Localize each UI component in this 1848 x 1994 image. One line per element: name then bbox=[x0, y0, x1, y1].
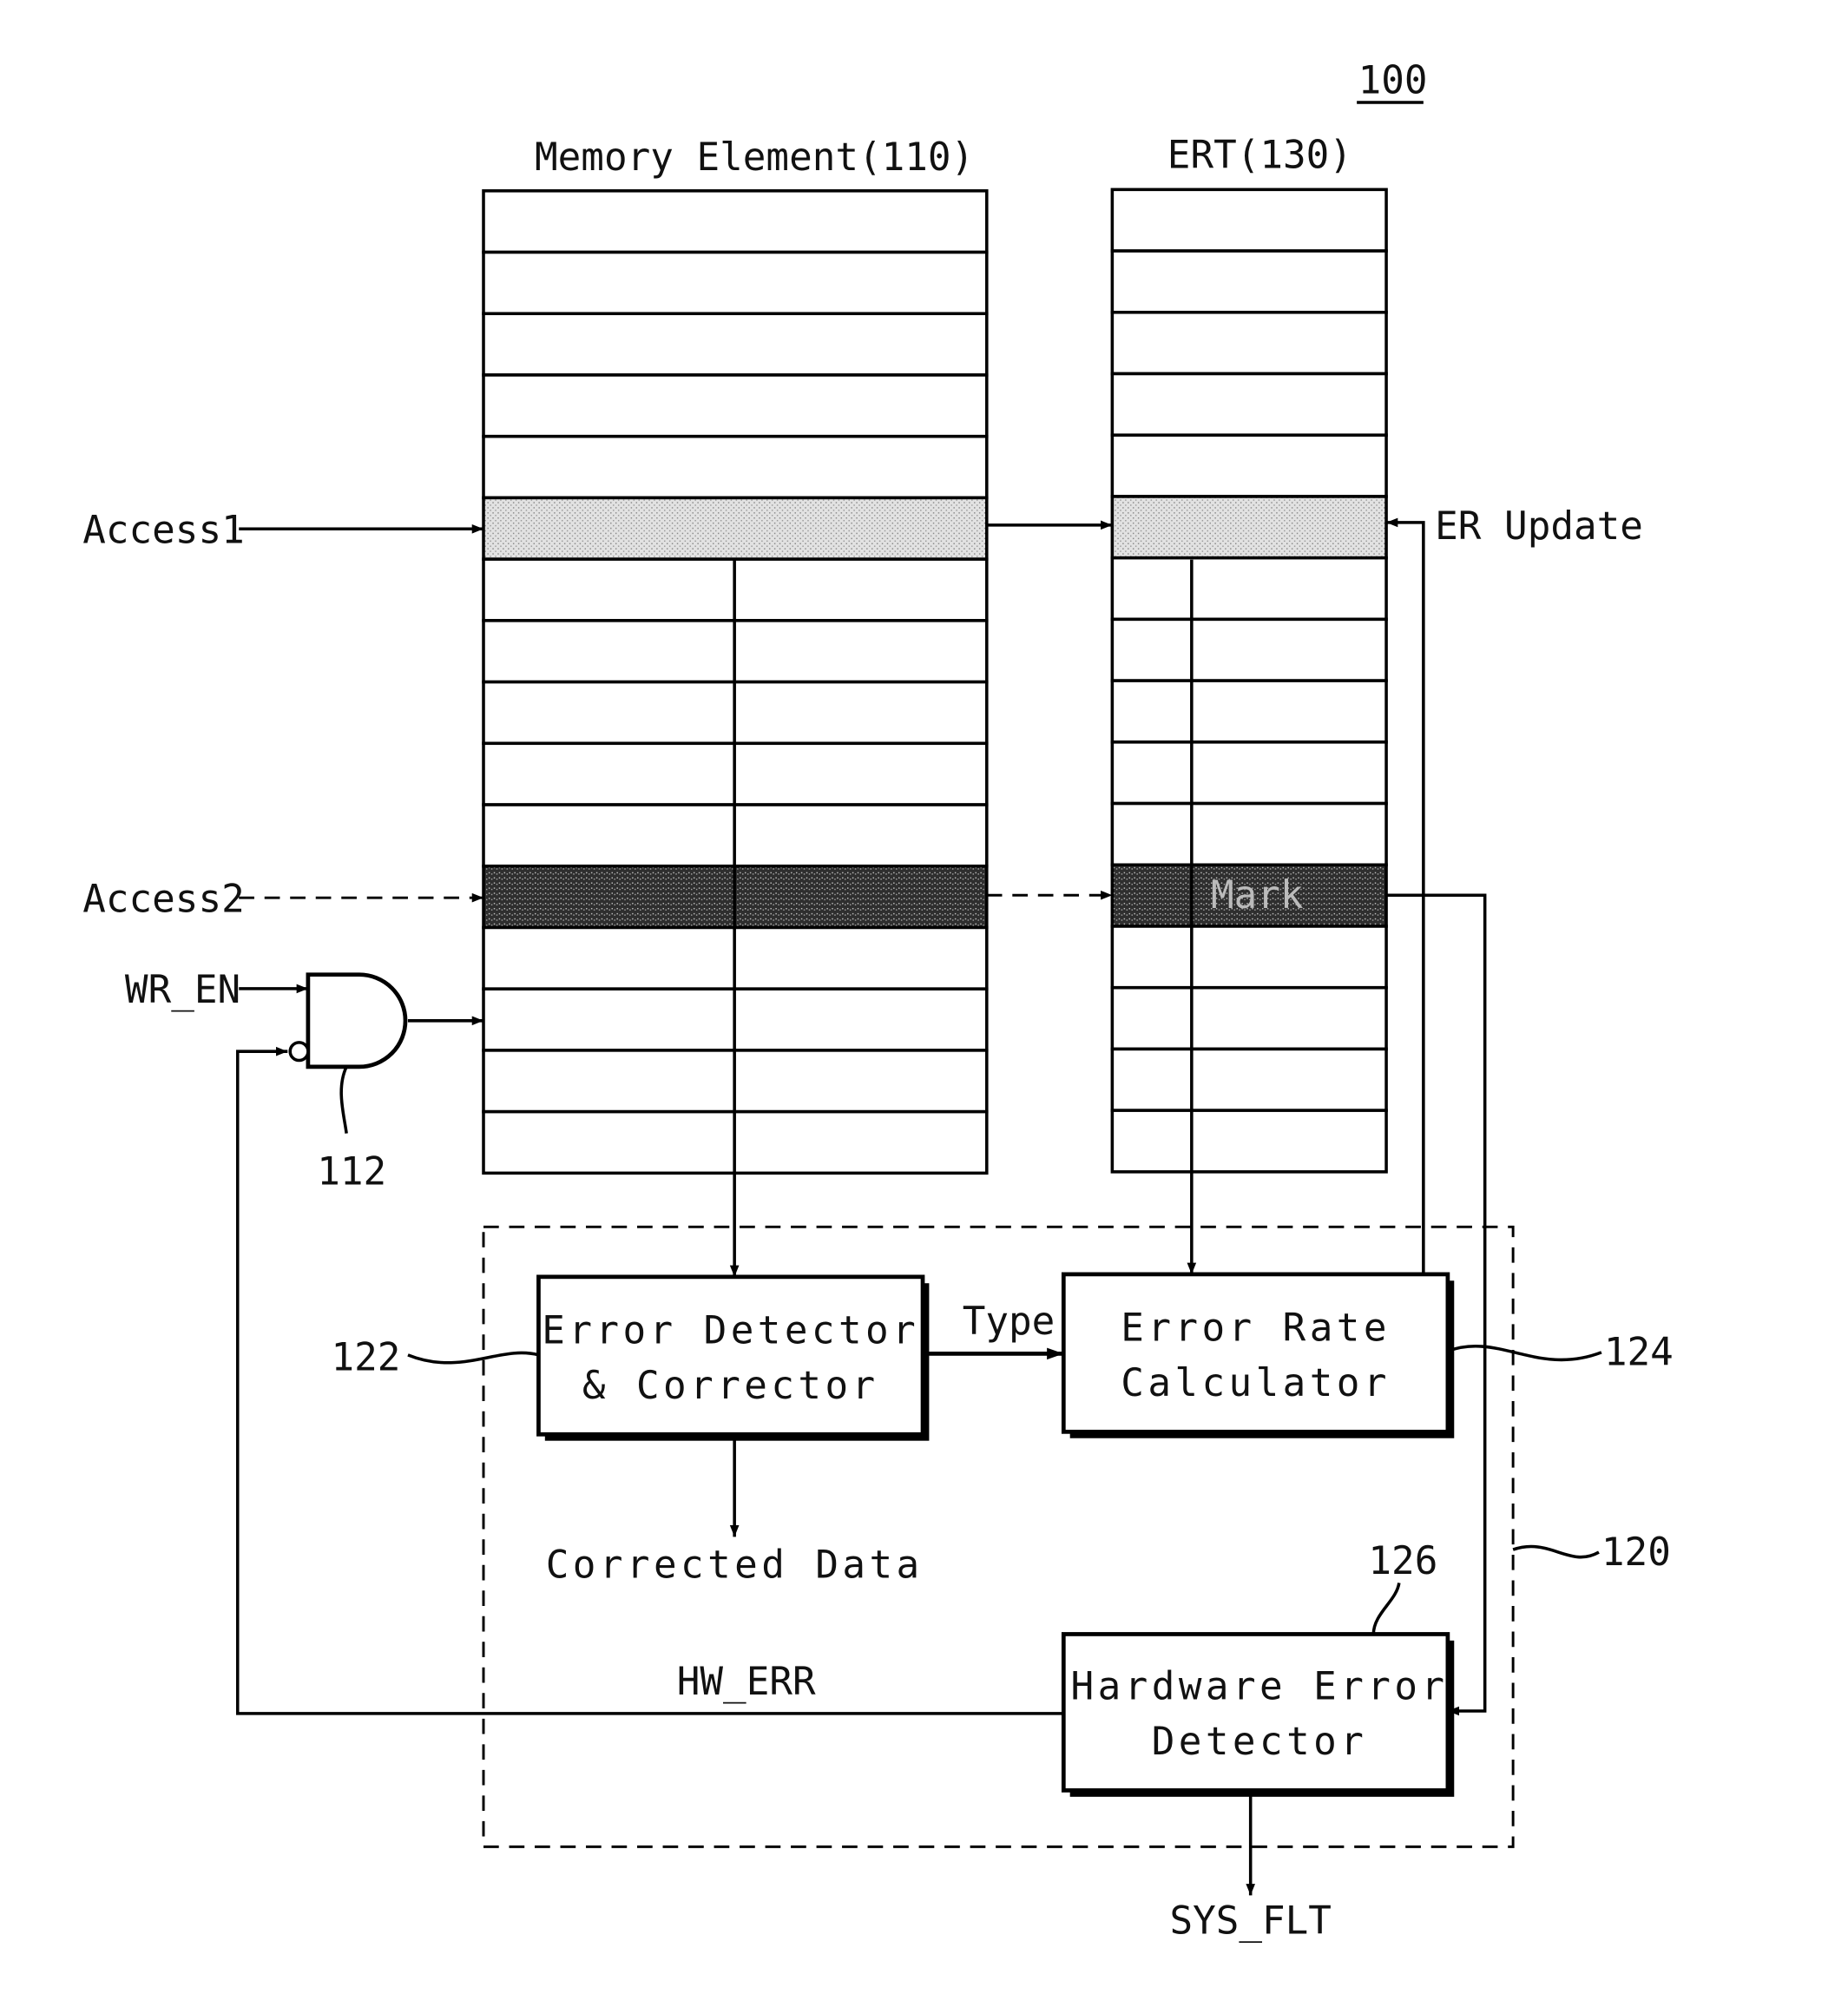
error-rate-calculator-leader-line bbox=[1447, 1344, 1602, 1362]
gate-reference: 112 bbox=[317, 1150, 386, 1194]
gate-leader-line bbox=[339, 1066, 348, 1134]
hw-err-label: HW_ERR bbox=[677, 1660, 816, 1704]
ert-mark-label: Mark bbox=[1211, 873, 1304, 918]
ert-title: ERT(130) bbox=[1167, 133, 1352, 177]
memory-element-row[interactable] bbox=[482, 189, 989, 254]
and-gate-icon bbox=[306, 972, 408, 1069]
hardware-error-detector-line1: Hardware Error bbox=[1071, 1665, 1449, 1709]
er-update-label: ER Update bbox=[1435, 504, 1643, 549]
ert-row[interactable] bbox=[1110, 617, 1388, 682]
ert-row[interactable] bbox=[1110, 679, 1388, 744]
inverter-bubble-icon bbox=[288, 1041, 310, 1063]
ert-row[interactable] bbox=[1110, 740, 1388, 806]
memory-element-row[interactable] bbox=[482, 250, 989, 316]
ert-row[interactable] bbox=[1110, 985, 1388, 1051]
ert-row[interactable] bbox=[1110, 801, 1388, 867]
error-detector-box[interactable] bbox=[536, 1274, 925, 1437]
ert-row[interactable] bbox=[1110, 188, 1388, 253]
controller-leader-line bbox=[1512, 1544, 1600, 1559]
ert-row[interactable] bbox=[1110, 925, 1388, 990]
hardware-error-detector-reference: 126 bbox=[1368, 1539, 1437, 1583]
memory-error-diagram: 100 Memory Element(110) ERT(130) Mark Ac… bbox=[82, 59, 1674, 1944]
hardware-error-detector-line2: Detector bbox=[1152, 1720, 1368, 1764]
error-rate-calculator-line2: Calculator bbox=[1121, 1361, 1391, 1405]
memory-element-row[interactable] bbox=[482, 312, 989, 377]
hardware-error-detector-box[interactable] bbox=[1061, 1632, 1450, 1793]
controller-reference: 120 bbox=[1601, 1530, 1671, 1575]
memory-element-row[interactable] bbox=[482, 373, 989, 438]
error-detector-leader-line bbox=[407, 1351, 539, 1365]
error-rate-calculator-box[interactable] bbox=[1061, 1272, 1450, 1434]
ert-row[interactable] bbox=[1110, 495, 1388, 560]
ert-row[interactable] bbox=[1110, 372, 1388, 437]
ert-row[interactable] bbox=[1110, 311, 1388, 376]
figure-reference: 100 bbox=[1358, 59, 1428, 103]
memory-element-row[interactable] bbox=[482, 434, 989, 500]
access2-label: Access2 bbox=[82, 877, 245, 921]
ert-table bbox=[1110, 188, 1388, 1174]
wr-en-label: WR_EN bbox=[125, 968, 240, 1012]
corrected-data-label: Corrected Data bbox=[546, 1543, 924, 1588]
ert-row[interactable] bbox=[1110, 556, 1388, 622]
ert-row[interactable] bbox=[1110, 249, 1388, 314]
hardware-error-detector-leader-line bbox=[1371, 1583, 1401, 1635]
error-detector-line1: Error Detector bbox=[542, 1309, 919, 1353]
memory-element-title: Memory Element(110) bbox=[535, 135, 974, 180]
type-label: Type bbox=[963, 1300, 1056, 1344]
er-update-arrow bbox=[1386, 517, 1425, 1274]
error-rate-calculator-line1: Error Rate bbox=[1121, 1306, 1391, 1351]
ert-row[interactable] bbox=[1110, 1109, 1388, 1174]
error-rate-calculator-reference: 124 bbox=[1604, 1331, 1674, 1375]
error-detector-line2: & Corrector bbox=[582, 1364, 879, 1408]
access1-label: Access1 bbox=[82, 509, 245, 553]
memory-element-row[interactable] bbox=[482, 496, 989, 561]
error-detector-reference: 122 bbox=[331, 1336, 400, 1380]
ert-row[interactable] bbox=[1110, 1047, 1388, 1112]
sys-flt-label: SYS_FLT bbox=[1169, 1899, 1332, 1944]
ert-row[interactable] bbox=[1110, 433, 1388, 498]
